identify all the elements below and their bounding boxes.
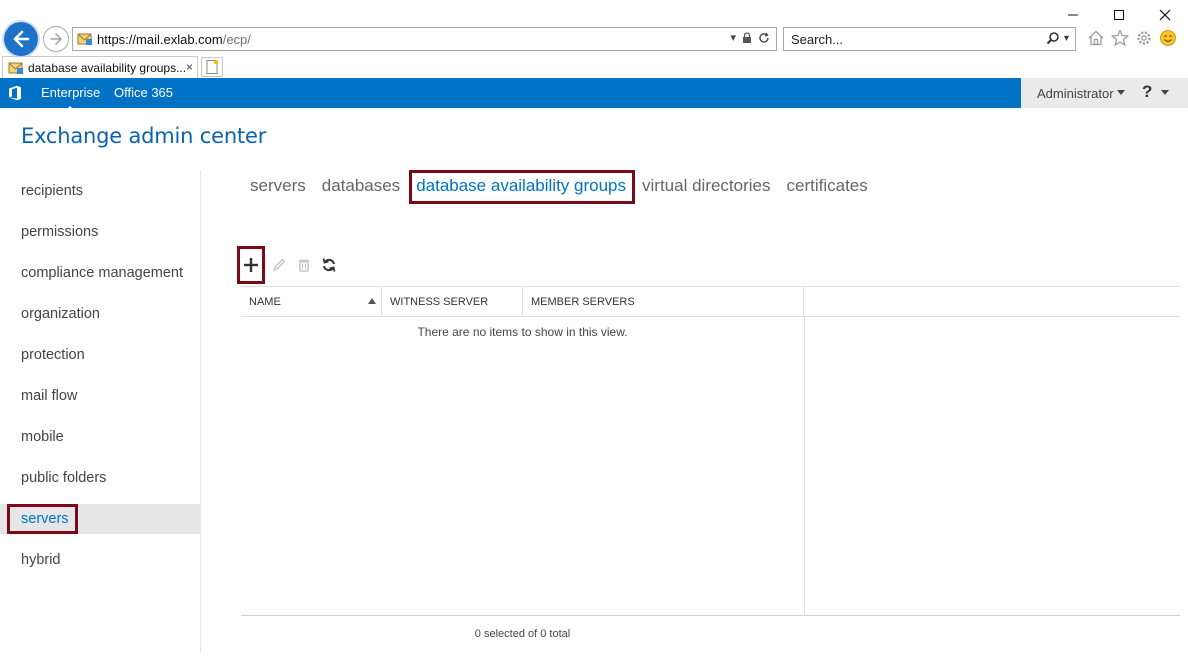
- nav-label: mail flow: [21, 387, 78, 404]
- settings-gear-icon[interactable]: [1135, 28, 1153, 48]
- user-menu: Administrator ?: [1021, 78, 1188, 108]
- tab-servers[interactable]: servers: [250, 176, 306, 196]
- delete-button[interactable]: [292, 253, 316, 277]
- nav-item-compliance-management[interactable]: compliance management: [0, 252, 200, 293]
- sub-navigation-tabs: servers databases database availability …: [250, 170, 884, 204]
- dag-list-grid: NAME WITNESS SERVER MEMBER SERVERS There…: [241, 286, 1180, 616]
- favorites-star-icon[interactable]: [1111, 28, 1129, 48]
- nav-label: public folders: [21, 469, 107, 486]
- office-logo-icon[interactable]: [8, 85, 22, 101]
- nav-item-organization[interactable]: organization: [0, 293, 200, 334]
- empty-list-message: There are no items to show in this view.: [417, 325, 628, 339]
- plus-icon: [244, 258, 258, 272]
- browser-tab-active[interactable]: database availability groups... ×: [2, 56, 198, 78]
- user-name-button[interactable]: Administrator: [1037, 86, 1114, 101]
- column-header-member-servers[interactable]: MEMBER SERVERS: [523, 287, 804, 317]
- details-pane-divider: [804, 317, 805, 616]
- sort-ascending-icon: [368, 298, 376, 304]
- search-dropdown-icon[interactable]: ▾: [1064, 33, 1069, 44]
- nav-label: compliance management: [21, 264, 184, 281]
- tab-virtual-directories[interactable]: virtual directories: [642, 176, 771, 196]
- back-arrow-icon: [13, 30, 30, 48]
- smiley-feedback-icon[interactable]: [1159, 28, 1177, 48]
- nav-label: permissions: [21, 223, 99, 240]
- tab-database-availability-groups[interactable]: database availability groups: [409, 170, 635, 204]
- browser-navigation-bar: https://mail.exlab.com/ecp/ ▾ Search... …: [0, 22, 1188, 56]
- nav-label: hybrid: [21, 551, 61, 568]
- edit-button[interactable]: [267, 253, 291, 277]
- nav-item-protection[interactable]: protection: [0, 334, 200, 375]
- search-placeholder: Search...: [791, 31, 844, 47]
- list-toolbar: [237, 246, 342, 284]
- trash-icon: [299, 259, 309, 272]
- nav-item-mail-flow[interactable]: mail flow: [0, 375, 200, 416]
- office365-link[interactable]: Office 365: [114, 85, 173, 100]
- nav-item-mobile[interactable]: mobile: [0, 416, 200, 457]
- address-bar[interactable]: https://mail.exlab.com/ecp/ ▾: [72, 27, 777, 51]
- nav-divider: [200, 170, 201, 652]
- help-icon[interactable]: ?: [1142, 82, 1152, 102]
- new-tab-icon: [206, 59, 219, 74]
- grid-body: There are no items to show in this view.: [241, 317, 1180, 616]
- lock-icon[interactable]: [742, 31, 752, 44]
- pencil-icon: [272, 258, 286, 272]
- column-header-witness-server[interactable]: WITNESS SERVER: [382, 287, 523, 317]
- tab-title: database availability groups...: [28, 60, 187, 75]
- tab-favicon-icon: [8, 62, 23, 74]
- tab-certificates[interactable]: certificates: [787, 176, 868, 196]
- search-icon[interactable]: [1046, 31, 1060, 45]
- column-label: MEMBER SERVERS: [531, 296, 635, 308]
- nav-label: protection: [21, 346, 85, 363]
- browser-tab-strip: database availability groups... ×: [0, 56, 1188, 78]
- refresh-icon[interactable]: [758, 32, 770, 44]
- url-host: https://mail.exlab.com: [97, 31, 223, 47]
- url-path: /ecp/: [222, 31, 251, 47]
- nav-label: recipients: [21, 182, 84, 199]
- site-favicon-icon: [77, 32, 93, 46]
- grid-header: NAME WITNESS SERVER MEMBER SERVERS: [241, 286, 1180, 317]
- column-label: NAME: [249, 296, 281, 308]
- nav-item-public-folders[interactable]: public folders: [0, 457, 200, 498]
- home-icon[interactable]: [1087, 28, 1105, 48]
- user-menu-caret-icon[interactable]: [1117, 90, 1125, 95]
- add-button[interactable]: [237, 246, 265, 284]
- nav-item-recipients[interactable]: recipients: [0, 170, 200, 211]
- highlight-box: [7, 504, 78, 534]
- column-label: WITNESS SERVER: [390, 296, 489, 308]
- back-button[interactable]: [4, 22, 38, 56]
- nav-item-servers[interactable]: servers: [0, 504, 200, 534]
- forward-arrow-icon: [50, 33, 62, 45]
- new-tab-button[interactable]: [201, 57, 223, 77]
- nav-item-permissions[interactable]: permissions: [0, 211, 200, 252]
- browser-search-field[interactable]: Search... ▾: [783, 27, 1076, 51]
- refresh-button[interactable]: [317, 253, 341, 277]
- left-navigation: recipients permissions compliance manage…: [0, 170, 200, 580]
- tab-databases[interactable]: databases: [322, 176, 400, 196]
- nav-item-hybrid[interactable]: hybrid: [0, 539, 200, 580]
- dropdown-arrow-icon[interactable]: ▾: [730, 31, 736, 44]
- page-title: Exchange admin center: [21, 124, 267, 148]
- highlight-box: [409, 170, 635, 204]
- office365-top-bar: Enterprise Office 365 Administrator ?: [0, 78, 1188, 111]
- refresh-icon: [322, 258, 336, 272]
- forward-button[interactable]: [43, 26, 69, 52]
- nav-label: mobile: [21, 428, 64, 445]
- help-caret-icon[interactable]: [1161, 90, 1169, 95]
- enterprise-link[interactable]: Enterprise: [41, 85, 100, 111]
- nav-label: organization: [21, 305, 100, 322]
- tab-close-icon[interactable]: ×: [186, 60, 193, 74]
- column-header-name[interactable]: NAME: [241, 287, 382, 317]
- selection-count: 0 selected of 0 total: [474, 628, 571, 640]
